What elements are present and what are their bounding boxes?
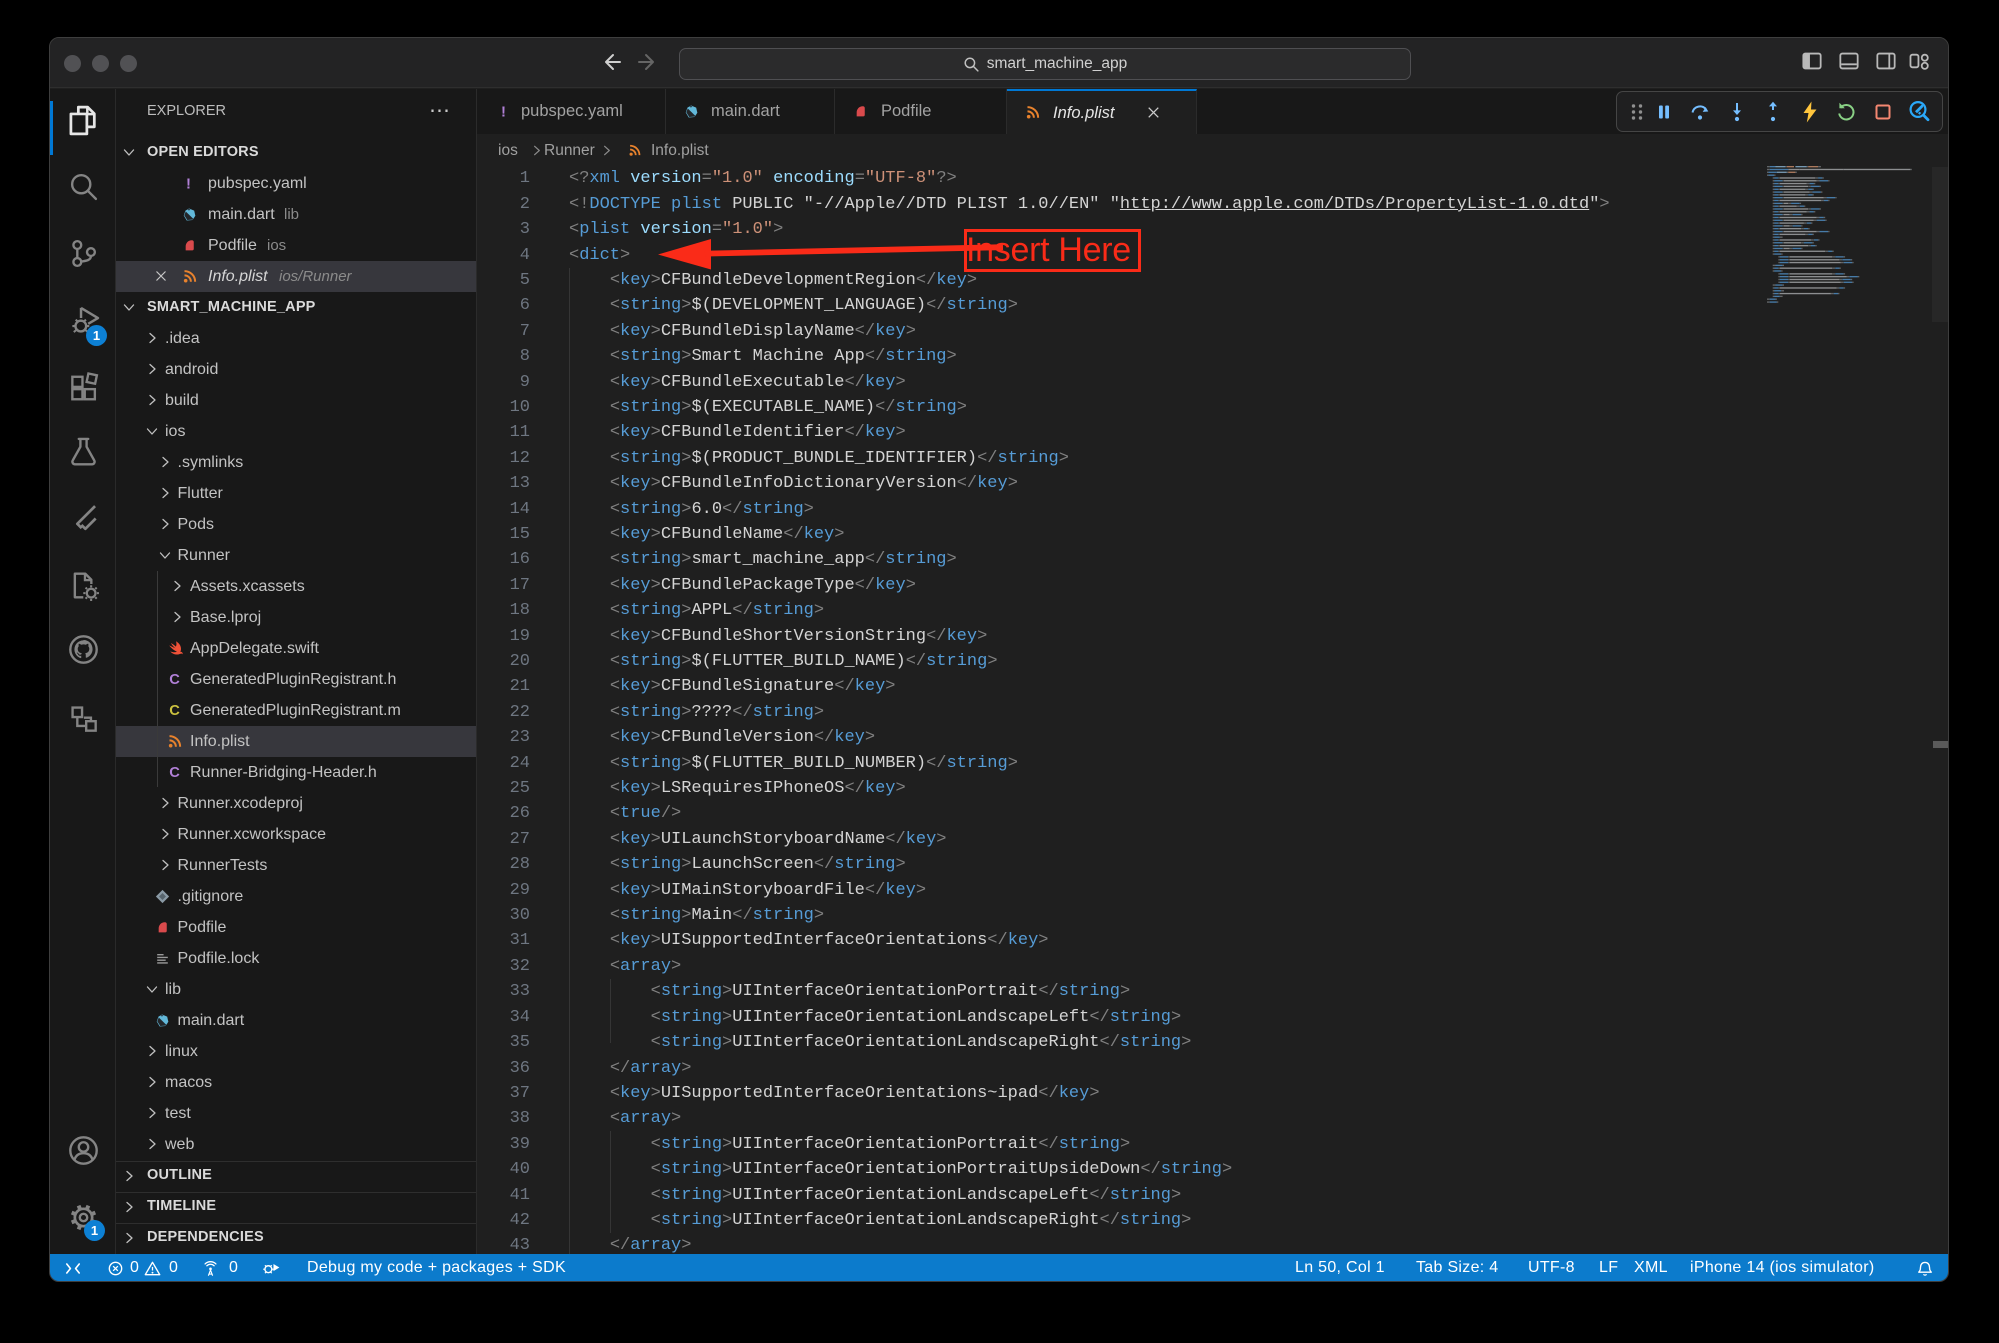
svg-text:!: ! [501, 104, 506, 119]
svg-text:C: C [169, 703, 180, 719]
svg-text:C: C [169, 672, 180, 688]
svg-text:!: ! [186, 176, 191, 191]
svg-text:C: C [169, 765, 180, 781]
